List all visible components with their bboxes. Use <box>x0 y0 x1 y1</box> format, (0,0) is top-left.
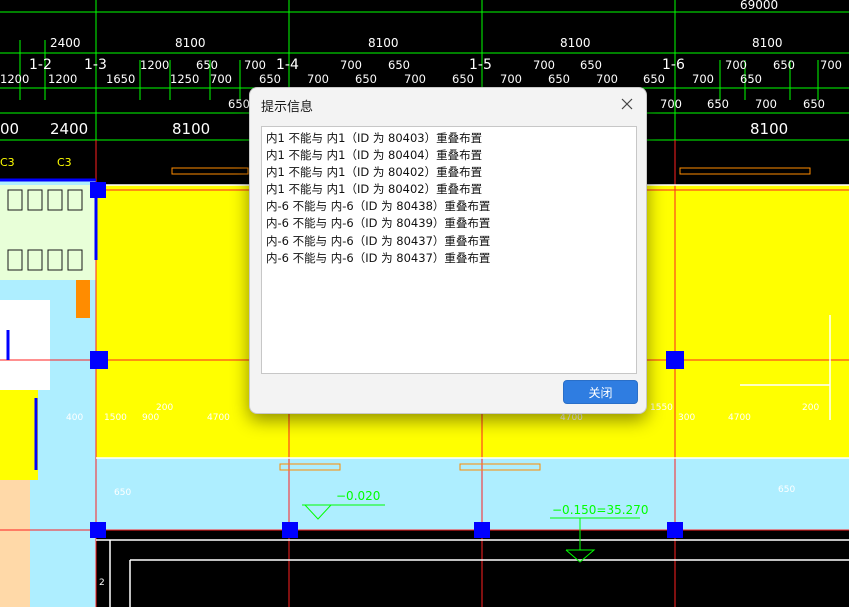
dim-text: 700 <box>210 72 232 86</box>
dim-text: 1550 <box>650 403 673 413</box>
dim-text: 00 <box>0 120 19 138</box>
message-list[interactable]: 内1 不能与 内1（ID 为 80403）重叠布置 内1 不能与 内1（ID 为… <box>261 126 637 374</box>
dialog-title: 提示信息 <box>261 100 314 115</box>
dim-text: 700 <box>244 58 266 72</box>
axis-label: 1-2 <box>29 57 52 73</box>
dim-text: 400 <box>66 413 83 423</box>
dim-text: 650 <box>707 97 729 111</box>
dim-text: 650 <box>388 58 410 72</box>
top-dimension: 69000 <box>740 0 778 12</box>
dim-text: 1200 <box>48 72 77 86</box>
list-item: 内1 不能与 内1（ID 为 80402）重叠布置 <box>266 165 483 180</box>
dim-text: 700 <box>340 58 362 72</box>
list-item: 内1 不能与 内1（ID 为 80402）重叠布置 <box>266 182 483 197</box>
dim-text: 650 <box>228 97 250 111</box>
col-tag: C3 <box>57 156 72 169</box>
axis-label: 1-6 <box>662 57 685 73</box>
list-item: 内1 不能与 内1（ID 为 80404）重叠布置 <box>266 148 483 163</box>
message-dialog: 提示信息 内1 不能与 内1（ID 为 80403）重叠布置 内1 不能与 内1… <box>249 87 647 414</box>
dim-text: 700 <box>755 97 777 111</box>
row2-dimensions: 1200 1200 1650 1200 1250 700 650 700 650… <box>0 58 842 86</box>
col-tag: C3 <box>0 156 15 169</box>
dim-text: 1250 <box>170 72 199 86</box>
dim-text: 4700 <box>560 413 583 423</box>
column-tags: C3 C3 <box>0 156 72 169</box>
dim-text: 700 <box>307 72 329 86</box>
dim-text: 700 <box>660 97 682 111</box>
list-item: 内-6 不能与 内-6（ID 为 80439）重叠布置 <box>266 216 491 231</box>
dim-text: 2 <box>99 578 105 588</box>
dim-text: 650 <box>452 72 474 86</box>
elevation-label: −0.020 <box>336 489 380 503</box>
dim-text: 8100 <box>752 36 783 50</box>
dim-text: 700 <box>404 72 426 86</box>
dim-text: 650 <box>740 72 762 86</box>
dim-text: 200 <box>802 403 819 413</box>
dim-text: 650 <box>355 72 377 86</box>
list-item: 内1 不能与 内1（ID 为 80403）重叠布置 <box>266 131 483 145</box>
close-icon-glyph <box>621 98 633 110</box>
dim-text: 650 <box>643 72 665 86</box>
dim-text: 8100 <box>172 120 210 138</box>
list-item: 内-6 不能与 内-6（ID 为 80437）重叠布置 <box>266 233 491 248</box>
dim-text: 700 <box>725 58 747 72</box>
dim-text: 650 <box>259 72 281 86</box>
dim-text: 8100 <box>560 36 591 50</box>
dim-text: 8100 <box>175 36 206 50</box>
dim-text: 4700 <box>207 413 230 423</box>
dim-text: 650 <box>196 58 218 72</box>
dim-text: 650 <box>803 97 825 111</box>
dim-text: 650 <box>773 58 795 72</box>
dim-text: 2400 <box>50 120 88 138</box>
axis-label: 1-3 <box>84 57 107 73</box>
dim-text: 1650 <box>106 72 135 86</box>
dim-text: 650 <box>580 58 602 72</box>
elevation-label: −0.150=35.270 <box>552 503 648 517</box>
dim-text: 8100 <box>368 36 399 50</box>
dim-text: 700 <box>820 58 842 72</box>
close-button[interactable]: 关闭 <box>563 380 638 404</box>
dim-text: 1200 <box>140 58 169 72</box>
dim-text: 700 <box>692 72 714 86</box>
dim-text: 700 <box>596 72 618 86</box>
list-item: 内-6 不能与 内-6（ID 为 80438）重叠布置 <box>266 199 491 214</box>
dim-text: 1500 <box>104 413 127 423</box>
dim-text: 900 <box>142 413 159 423</box>
axis-label: 1-5 <box>469 57 492 73</box>
axis-label: 1-4 <box>276 57 299 73</box>
dim-text: 300 <box>678 413 695 423</box>
dim-text: 4700 <box>728 413 751 423</box>
dim-text: 700 <box>533 58 555 72</box>
dim-text: 2400 <box>50 36 81 50</box>
dim-text: 1200 <box>0 72 29 86</box>
dim-text: 8100 <box>750 120 788 138</box>
dim-text: 700 <box>500 72 522 86</box>
dim-text: 200 <box>156 403 173 413</box>
row1-dimensions: 2400 8100 8100 8100 8100 <box>50 36 783 50</box>
close-icon[interactable] <box>617 94 637 114</box>
dim-text: 650 <box>114 488 131 498</box>
dim-text: 650 <box>778 485 795 495</box>
list-item: 内-6 不能与 内-6（ID 为 80437）重叠布置 <box>266 250 491 265</box>
dim-text: 650 <box>548 72 570 86</box>
